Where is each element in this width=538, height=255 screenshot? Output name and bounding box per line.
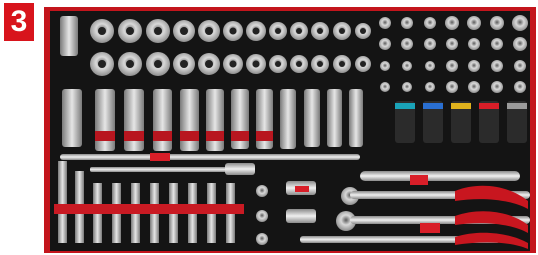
number-badge: 3 [4,3,34,41]
socket-row-1 [60,16,371,56]
tool-tray-photo-icon [54,15,530,249]
adapter-group [256,181,316,245]
badge-number: 3 [10,5,28,38]
image-canvas: 3 [0,0,538,255]
small-socket-grid [379,15,528,93]
extension-bars [60,153,360,175]
socket-row-2 [90,52,371,76]
tool-tray-photo [50,11,530,251]
ratchet-group [300,171,530,249]
deep-socket-row [62,89,363,151]
bit-socket-row [54,161,244,243]
impact-socket-row [395,101,527,143]
